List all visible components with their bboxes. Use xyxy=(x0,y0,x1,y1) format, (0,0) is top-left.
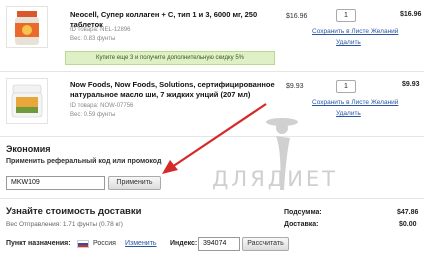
zip-input[interactable]: 394074 xyxy=(198,237,240,251)
change-destination-link[interactable]: Изменить xyxy=(125,240,157,247)
zip-label: Индекс: xyxy=(170,240,198,247)
shipping-label: Доставка: xyxy=(284,221,319,228)
shipping-weight: Вес Отправления: 1.71 фунты (0.78 кг) xyxy=(6,221,123,228)
russia-flag-icon xyxy=(77,240,89,248)
calculate-shipping-button[interactable]: Рассчитать xyxy=(242,237,289,251)
divider xyxy=(0,198,424,199)
subtotal-label: Подсумма: xyxy=(284,209,322,216)
shipping-value: $0.00 xyxy=(399,221,417,228)
shipping-heading: Узнайте стоимость доставки xyxy=(6,206,142,217)
destination-country: Россия xyxy=(93,240,116,247)
subtotal-value: $47.86 xyxy=(397,209,419,216)
destination-label: Пункт назначения: xyxy=(6,240,71,247)
